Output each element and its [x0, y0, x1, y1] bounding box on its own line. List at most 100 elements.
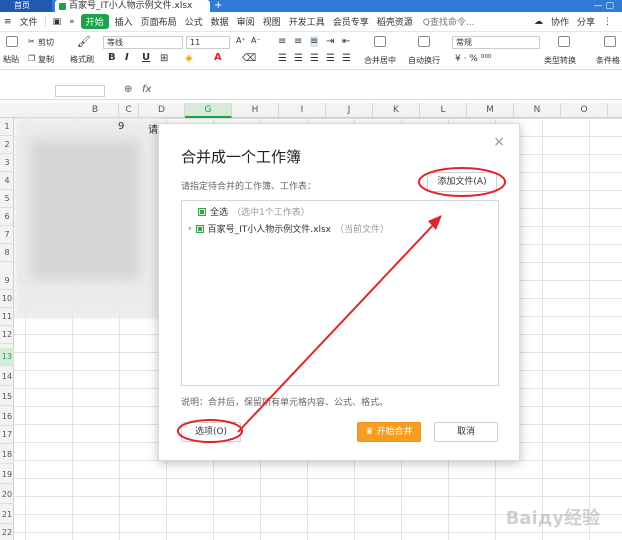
- align-middle-icon[interactable]: ≡: [294, 36, 302, 47]
- zoom-icon[interactable]: ⊕: [124, 84, 132, 95]
- column-H[interactable]: H: [232, 103, 279, 118]
- menu-file[interactable]: 文件: [16, 15, 42, 28]
- row-13[interactable]: 13: [0, 348, 14, 366]
- home-tab[interactable]: 首页: [0, 0, 52, 12]
- copy-icon[interactable]: ❐: [28, 54, 35, 63]
- font-grow-icon[interactable]: A⁺: [236, 36, 246, 45]
- row-8[interactable]: 8: [0, 244, 14, 262]
- paste-button[interactable]: 粘贴: [3, 54, 19, 65]
- scissors-icon[interactable]: ✂: [28, 37, 35, 46]
- file-checkbox[interactable]: [195, 224, 204, 233]
- cut-button[interactable]: 剪切: [38, 37, 54, 48]
- type-convert-button[interactable]: 类型转换: [544, 55, 576, 66]
- type-convert-icon[interactable]: [558, 36, 570, 47]
- indent-icon[interactable]: ⇥: [326, 36, 334, 47]
- row-19[interactable]: 19: [0, 466, 14, 484]
- column-J[interactable]: J: [326, 103, 373, 118]
- merge-cells-icon[interactable]: [374, 36, 386, 47]
- file-row[interactable]: › 百家号_IT小人物示例文件.xlsx （当前文件）: [188, 222, 389, 236]
- menu-formula[interactable]: 公式: [181, 15, 207, 28]
- share-button[interactable]: 分享: [573, 15, 599, 28]
- distribute-icon[interactable]: ☰: [342, 53, 351, 64]
- options-button[interactable]: 选项(O): [181, 422, 241, 442]
- sync-icon[interactable]: ☁: [530, 17, 547, 27]
- row-20[interactable]: 20: [0, 486, 14, 504]
- row-7[interactable]: 7: [0, 226, 14, 244]
- align-center-icon[interactable]: ☰: [294, 53, 303, 64]
- menu-developer[interactable]: 开发工具: [285, 15, 329, 28]
- number-format-select[interactable]: 常规: [452, 36, 540, 49]
- menu-resources[interactable]: 稻壳资源: [373, 15, 417, 28]
- row-12[interactable]: 12: [0, 326, 14, 344]
- column-G[interactable]: G: [185, 103, 232, 118]
- select-all-checkbox[interactable]: [198, 207, 206, 216]
- menu-review[interactable]: 审阅: [233, 15, 259, 28]
- conditional-format-button[interactable]: 条件格: [596, 55, 620, 66]
- select-all-row[interactable]: 全选 （选中1个工作表）: [198, 205, 310, 218]
- close-icon[interactable]: ×: [493, 134, 505, 150]
- eraser-icon[interactable]: ⌫: [242, 53, 256, 64]
- brush-icon[interactable]: 🖌: [77, 35, 91, 48]
- column-L[interactable]: L: [420, 103, 467, 118]
- collab-button[interactable]: 协作: [547, 15, 573, 28]
- row-21[interactable]: 21: [0, 506, 14, 524]
- font-shrink-icon[interactable]: A⁻: [251, 36, 261, 45]
- wrap-text-icon[interactable]: [418, 36, 430, 47]
- row-11[interactable]: 11: [0, 308, 14, 326]
- menu-insert[interactable]: 插入: [111, 15, 137, 28]
- wrap-text-button[interactable]: 自动换行: [408, 55, 440, 66]
- bold-button[interactable]: B: [108, 52, 116, 63]
- column-M[interactable]: M: [467, 103, 514, 118]
- align-left-icon[interactable]: ☰: [278, 53, 287, 64]
- justify-icon[interactable]: ☰: [326, 53, 335, 64]
- new-tab-button[interactable]: +: [214, 0, 222, 12]
- underline-button[interactable]: U: [142, 52, 150, 63]
- column-K[interactable]: K: [373, 103, 420, 118]
- document-tab[interactable]: 百家号_IT小人物示例文件.xlsx: [55, 0, 210, 12]
- merge-center-button[interactable]: 合并居中: [364, 55, 396, 66]
- fx-icon[interactable]: fx: [142, 84, 151, 95]
- column-B[interactable]: B: [72, 103, 119, 118]
- column-D[interactable]: D: [139, 103, 185, 118]
- row-3[interactable]: 3: [0, 154, 14, 172]
- menu-data[interactable]: 数据: [207, 15, 233, 28]
- start-merge-button[interactable]: ♛ 开始合并: [357, 422, 421, 442]
- row-10[interactable]: 10: [0, 290, 14, 308]
- row-14[interactable]: 14: [0, 368, 14, 386]
- window-controls[interactable]: — ▢: [594, 0, 614, 12]
- menu-start[interactable]: 开始: [80, 14, 109, 29]
- row-9[interactable]: 9: [0, 272, 14, 290]
- paste-icon[interactable]: [6, 36, 18, 47]
- font-name-select[interactable]: 等线: [103, 36, 183, 49]
- row-15[interactable]: 15: [0, 388, 14, 406]
- row-6[interactable]: 6: [0, 208, 14, 226]
- menu-member[interactable]: 会员专享: [329, 15, 373, 28]
- workbook-list[interactable]: 全选 （选中1个工作表） › 百家号_IT小人物示例文件.xlsx （当前文件）: [181, 200, 499, 386]
- font-size-select[interactable]: 11: [186, 36, 230, 49]
- chevron-right-icon[interactable]: ›: [188, 224, 192, 234]
- format-painter-button[interactable]: 格式刷: [70, 54, 94, 65]
- row-22[interactable]: 22: [0, 524, 14, 540]
- align-right-icon[interactable]: ☰: [310, 53, 319, 64]
- align-bottom-icon[interactable]: ≡: [310, 36, 319, 47]
- italic-button[interactable]: I: [125, 52, 129, 63]
- row-1[interactable]: 1: [0, 118, 14, 136]
- name-box[interactable]: [55, 85, 105, 97]
- column-C[interactable]: C: [119, 103, 139, 118]
- row-18[interactable]: 18: [0, 446, 14, 464]
- font-color-button[interactable]: A: [214, 52, 222, 63]
- fill-color-icon[interactable]: ◈: [185, 53, 193, 64]
- save-icon[interactable]: ▣: [49, 17, 66, 27]
- cancel-button[interactable]: 取消: [434, 422, 498, 442]
- hamburger-icon[interactable]: ≡: [0, 17, 16, 27]
- row-16[interactable]: 16: [0, 408, 14, 426]
- conditional-format-icon[interactable]: [604, 36, 616, 47]
- more-icon[interactable]: »: [65, 17, 79, 27]
- column-N[interactable]: N: [514, 103, 561, 118]
- border-icon[interactable]: ⊞: [160, 53, 168, 64]
- column-I[interactable]: I: [279, 103, 326, 118]
- column-O[interactable]: O: [561, 103, 608, 118]
- row-2[interactable]: 2: [0, 136, 14, 154]
- row-4[interactable]: 4: [0, 172, 14, 190]
- outdent-icon[interactable]: ⇤: [342, 36, 350, 47]
